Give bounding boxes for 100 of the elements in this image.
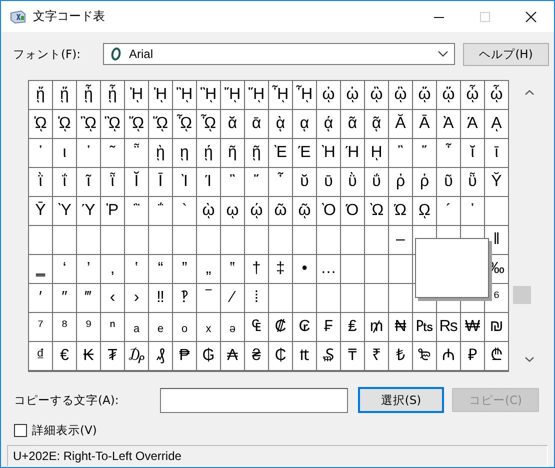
character-cell[interactable]: Ῡ — [29, 197, 52, 225]
character-cell[interactable]: ₑ — [149, 313, 172, 341]
character-cell[interactable]: ᾿ — [77, 139, 100, 167]
character-cell[interactable]: Ῥ — [101, 197, 124, 225]
character-cell[interactable]: ῤ — [389, 168, 412, 196]
character-cell[interactable]: ῷ — [293, 197, 316, 225]
character-cell[interactable]: ῖ — [77, 168, 100, 196]
character-cell[interactable]: ῒ — [29, 168, 52, 196]
character-cell[interactable]: Ὴ — [317, 139, 340, 167]
character-cell[interactable]: ῁ — [125, 139, 148, 167]
character-cell[interactable]: ₪ — [485, 313, 508, 341]
character-cell[interactable]: ” — [173, 255, 196, 283]
character-cell[interactable]: ᾗ — [101, 81, 124, 109]
character-cell[interactable]: ᾚ — [173, 81, 196, 109]
character-cell[interactable]: ₺ — [389, 342, 412, 370]
character-cell[interactable]: ῐ — [461, 139, 484, 167]
character-cell[interactable]: € — [53, 342, 76, 370]
character-cell[interactable]: ₠ — [245, 313, 268, 341]
character-cell[interactable]: Ὸ — [317, 197, 340, 225]
character-cell[interactable]: ₡ — [269, 313, 292, 341]
character-cell[interactable]: ‹ — [101, 284, 124, 312]
character-cell[interactable]: ᾘ — [125, 81, 148, 109]
character-cell[interactable]: Ῐ — [125, 168, 148, 196]
character-cell[interactable]: ι — [53, 139, 76, 167]
character-cell[interactable]: ‚ — [101, 255, 124, 283]
character-cell[interactable]: ₱ — [173, 342, 196, 370]
character-cell[interactable]: ᾬ — [125, 110, 148, 138]
character-cell[interactable]: Ὶ — [173, 168, 196, 196]
character-cell[interactable]: ᾳ — [293, 110, 316, 138]
character-cell[interactable]: Ί — [197, 168, 220, 196]
character-cell[interactable]: ₮ — [101, 342, 124, 370]
character-cell[interactable]: Ῠ — [485, 168, 508, 196]
character-cell[interactable]: ᾦ — [461, 81, 484, 109]
character-cell[interactable]: ᾨ — [29, 110, 52, 138]
character-cell[interactable]: ᾖ — [77, 81, 100, 109]
character-cell[interactable]: ₸ — [341, 342, 364, 370]
character-cell[interactable]: ‘ — [53, 255, 76, 283]
character-cell[interactable]: Ᾱ — [413, 110, 436, 138]
character-cell[interactable]: ᾜ — [221, 81, 244, 109]
character-cell[interactable]: ᾠ — [317, 81, 340, 109]
character-cell[interactable]: ῀ — [101, 139, 124, 167]
character-cell[interactable]: Έ — [293, 139, 316, 167]
character-cell[interactable]: ῍ — [389, 139, 412, 167]
character-cell[interactable]: ΅ — [149, 197, 172, 225]
character-cell[interactable]: ₢ — [293, 313, 316, 341]
character-cell[interactable]: ₶ — [293, 342, 316, 370]
character-cell[interactable]: ₼ — [437, 342, 460, 370]
character-cell[interactable]: ´ — [437, 197, 460, 225]
character-cell[interactable]: ῞ — [245, 168, 268, 196]
character-cell[interactable]: ῏ — [437, 139, 460, 167]
character-cell[interactable]: ῌ — [365, 139, 388, 167]
character-cell[interactable]: ῂ — [149, 139, 172, 167]
character-cell[interactable]: ῗ — [101, 168, 124, 196]
character-cell[interactable]: ₥ — [365, 313, 388, 341]
character-cell[interactable]: ‡ — [269, 255, 292, 283]
character-cell[interactable]: ᾪ — [77, 110, 100, 138]
character-cell[interactable]: ῧ — [461, 168, 484, 196]
character-cell[interactable]: – — [389, 226, 412, 254]
character-cell[interactable]: ῾ — [461, 197, 484, 225]
character-cell[interactable]: Ώ — [389, 197, 412, 225]
character-cell[interactable]: ΰ — [365, 168, 388, 196]
character-cell[interactable]: ` — [173, 197, 196, 225]
character-cell[interactable]: ᾲ — [269, 110, 292, 138]
character-cell[interactable]: ₩ — [461, 313, 484, 341]
character-cell[interactable]: ῢ — [341, 168, 364, 196]
character-cell[interactable]: ⁸ — [53, 313, 76, 341]
character-cell[interactable]: ᾩ — [53, 110, 76, 138]
select-button[interactable]: 選択(S) — [358, 387, 444, 413]
character-cell[interactable]: ₤ — [341, 313, 364, 341]
character-cell[interactable]: Ύ — [77, 197, 100, 225]
character-cell[interactable]: • — [293, 255, 316, 283]
character-cell[interactable]: “ — [149, 255, 172, 283]
character-cell[interactable]: ᾛ — [197, 81, 220, 109]
character-cell[interactable]: ‾ — [197, 284, 220, 312]
character-cell[interactable]: ᾔ — [29, 81, 52, 109]
character-cell[interactable]: ₦ — [389, 313, 412, 341]
font-dropdown[interactable]: Arial — [103, 43, 455, 65]
character-cell[interactable]: ₒ — [173, 313, 196, 341]
character-cell[interactable]: ⁷ — [29, 313, 52, 341]
character-cell[interactable]: ᾽ — [29, 139, 52, 167]
character-cell[interactable]: ᾕ — [53, 81, 76, 109]
character-cell[interactable]: „ — [197, 255, 220, 283]
character-cell[interactable]: ᾮ — [173, 110, 196, 138]
character-cell[interactable]: ₰ — [149, 342, 172, 370]
character-cell[interactable]: ‴ — [77, 284, 100, 312]
character-cell[interactable]: … — [317, 255, 340, 283]
character-cell[interactable]: ῡ — [317, 168, 340, 196]
character-cell[interactable]: ₧ — [413, 313, 436, 341]
character-cell[interactable]: ᾤ — [413, 81, 436, 109]
character-cell[interactable]: ῟ — [269, 168, 292, 196]
character-cell[interactable]: ‼ — [149, 284, 172, 312]
character-cell[interactable]: ᾡ — [341, 81, 364, 109]
character-cell[interactable]: ₷ — [317, 342, 340, 370]
character-cell[interactable]: Ή — [341, 139, 364, 167]
character-cell[interactable]: ῇ — [245, 139, 268, 167]
character-cell[interactable]: ₣ — [317, 313, 340, 341]
character-cell[interactable]: ‟ — [221, 255, 244, 283]
character-cell[interactable]: ₔ — [221, 313, 244, 341]
character-cell[interactable]: ⁞ — [245, 284, 268, 312]
character-cell[interactable]: ₴ — [245, 342, 268, 370]
